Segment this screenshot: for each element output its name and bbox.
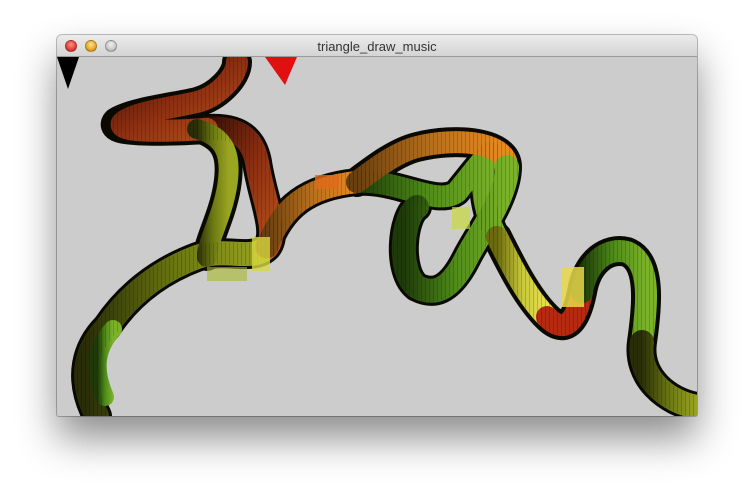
sketch-canvas[interactable] [57, 57, 697, 416]
app-window: triangle_draw_music [57, 35, 697, 416]
title-bar[interactable]: triangle_draw_music [57, 35, 697, 57]
ribbon-drawing [57, 57, 697, 416]
black-triangle [57, 57, 79, 89]
red-triangle [265, 57, 297, 85]
window-title: triangle_draw_music [317, 39, 437, 54]
